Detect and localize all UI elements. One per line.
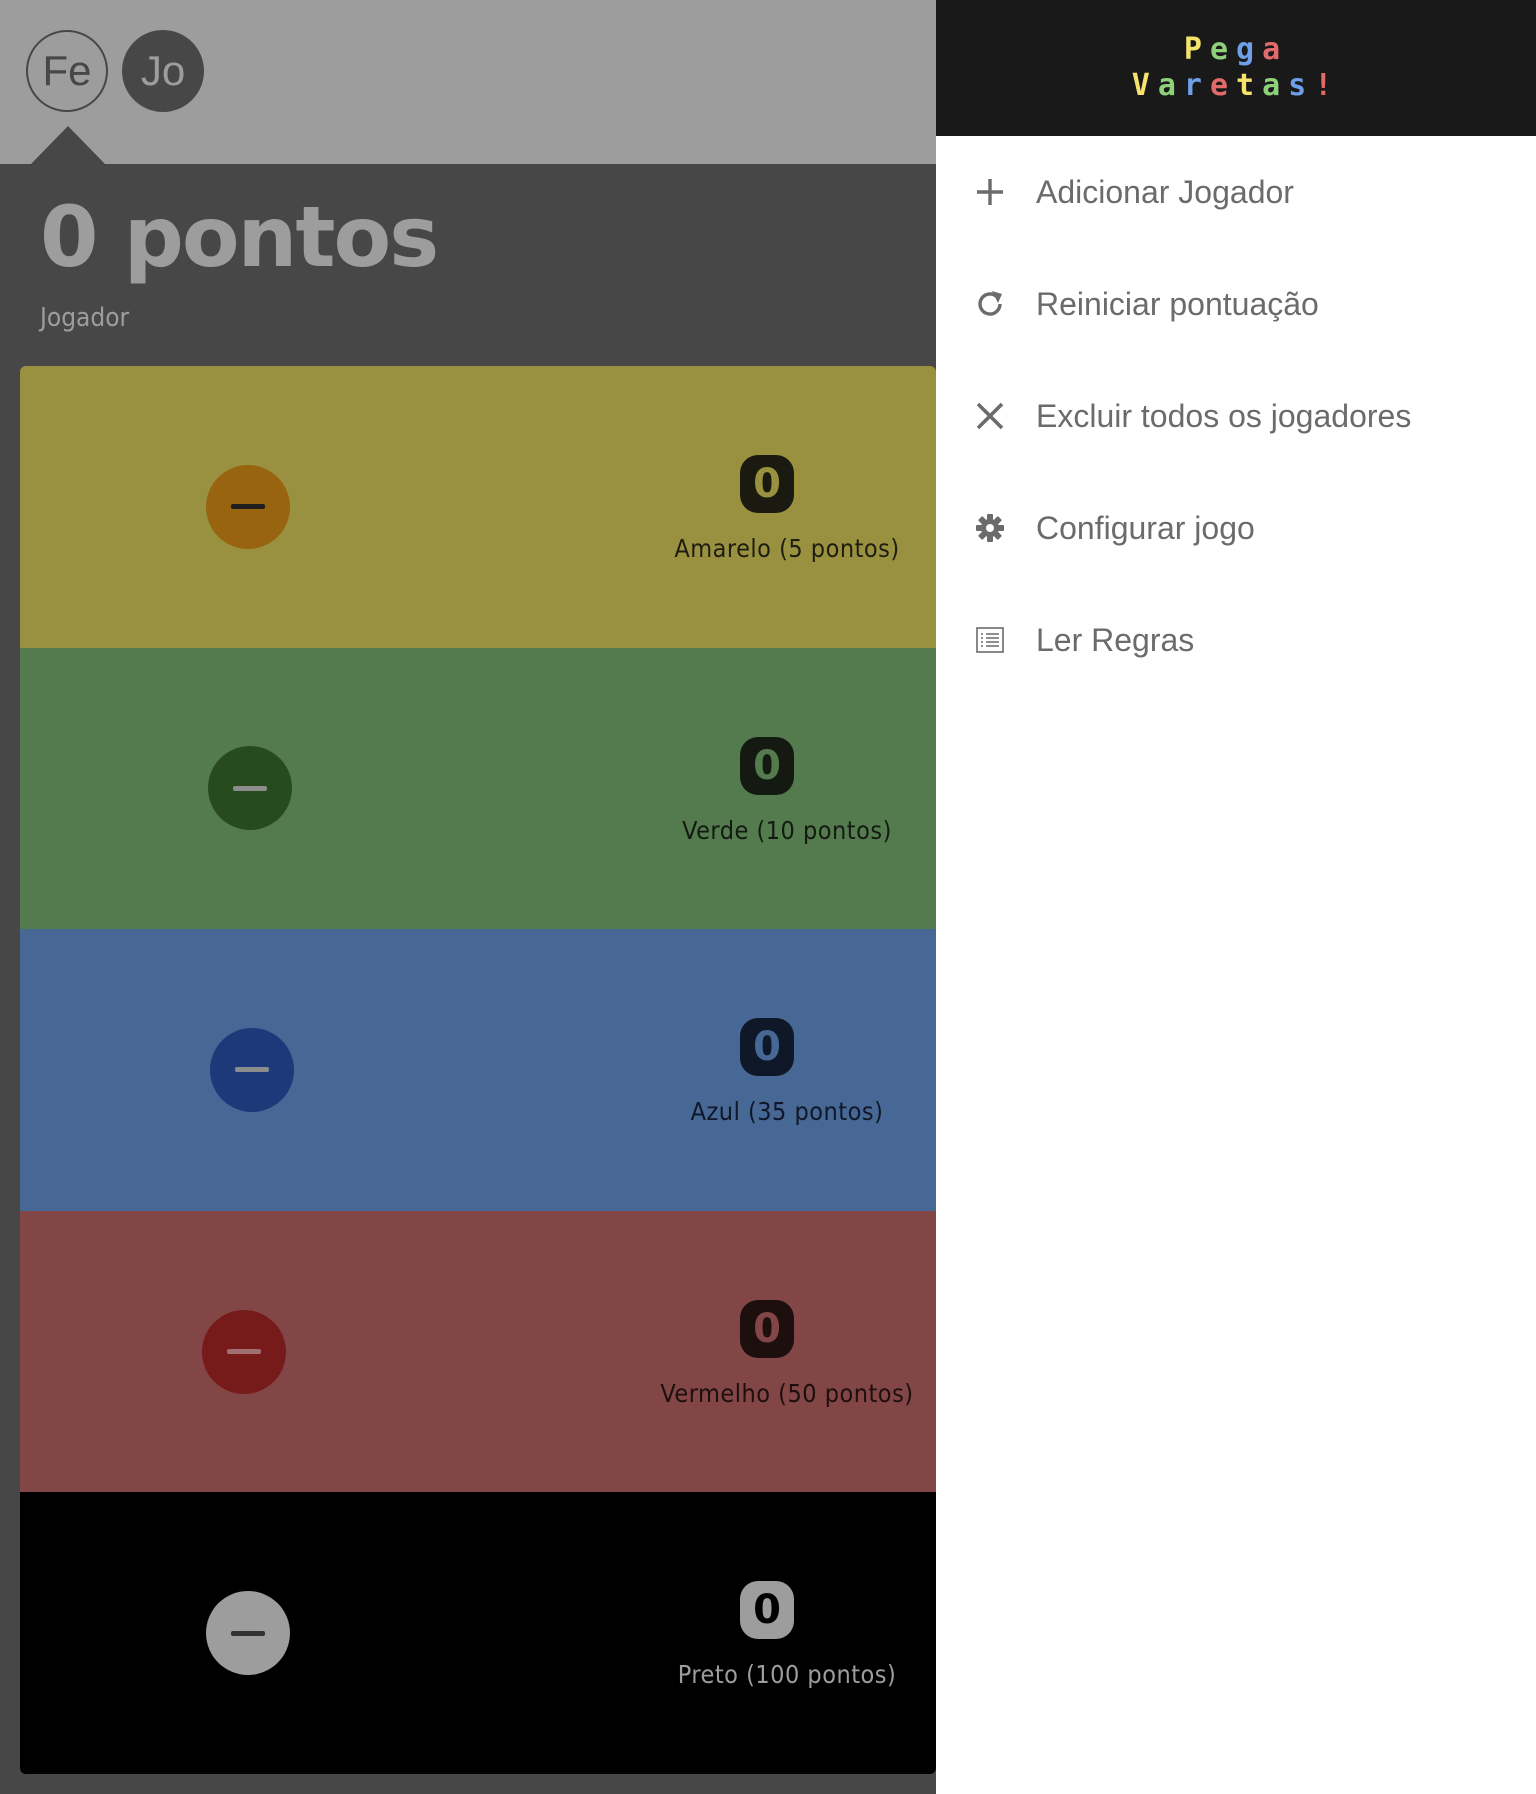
- stick-label: Vermelho (50 pontos): [660, 1378, 914, 1408]
- stick-label: Preto (100 pontos): [677, 1660, 897, 1690]
- stick-count: 0: [740, 1581, 794, 1640]
- stick-row-amarelo[interactable]: 0 Amarelo (5 pontos): [20, 366, 936, 648]
- menu-item-label: Reiniciar pontuação: [1036, 285, 1319, 322]
- logo-letter: V: [1131, 68, 1158, 103]
- player-bar: Fe Jo: [0, 0, 936, 164]
- close-icon: [972, 398, 1008, 434]
- stick-list: 0 Amarelo (5 pontos) 0 Verde (10 pontos)…: [20, 366, 936, 1774]
- stick-row-vermelho[interactable]: 0 Vermelho (50 pontos): [20, 1210, 936, 1493]
- menu-item-add-player[interactable]: Adicionar Jogador: [936, 136, 1536, 248]
- side-drawer: Pega Varetas! Adicionar Jogador Reinicia…: [936, 0, 1536, 1794]
- stick-label: Azul (35 pontos): [690, 1097, 884, 1127]
- logo-letter: a: [1157, 68, 1184, 103]
- score-title: 0 pontos: [40, 188, 439, 286]
- stick-row-verde[interactable]: 0 Verde (10 pontos): [20, 647, 936, 930]
- logo-letter: a: [1262, 32, 1289, 67]
- stick-count: 0: [740, 1018, 794, 1077]
- stick-row-azul[interactable]: 0 Azul (35 pontos): [20, 929, 936, 1211]
- decrement-button[interactable]: [206, 1591, 290, 1676]
- gear-icon: [972, 510, 1008, 546]
- logo-letter: !: [1314, 68, 1341, 103]
- logo-letter: a: [1262, 68, 1289, 103]
- drawer-header: Pega Varetas!: [936, 0, 1536, 136]
- minus-icon: [231, 1630, 265, 1636]
- minus-icon: [227, 1349, 261, 1355]
- refresh-icon: [972, 286, 1008, 322]
- app-logo-line-1: Pega: [1184, 32, 1288, 68]
- logo-letter: e: [1209, 68, 1236, 103]
- logo-letter: P: [1183, 32, 1210, 67]
- decrement-button[interactable]: [210, 1027, 294, 1112]
- stick-label: Verde (10 pontos): [682, 815, 892, 845]
- player-label: Jogador: [40, 303, 130, 333]
- avatar-initials: Fe: [42, 47, 92, 94]
- minus-icon: [233, 785, 267, 791]
- logo-letter: s: [1288, 68, 1315, 103]
- menu-item-configure-game[interactable]: Configurar jogo: [936, 472, 1536, 584]
- menu-item-label: Adicionar Jogador: [1036, 173, 1294, 210]
- logo-letter: t: [1236, 68, 1263, 103]
- menu-item-label: Excluir todos os jogadores: [1036, 397, 1412, 434]
- stick-count: 0: [740, 736, 794, 795]
- stick-count: 0: [740, 1299, 794, 1358]
- logo-letter: r: [1183, 68, 1210, 103]
- menu-item-read-rules[interactable]: Ler Regras: [936, 584, 1536, 696]
- logo-letter: e: [1209, 32, 1236, 67]
- decrement-button[interactable]: [206, 464, 290, 549]
- avatar-initials: Jo: [140, 47, 186, 94]
- menu-item-label: Configurar jogo: [1036, 509, 1255, 546]
- decrement-button[interactable]: [208, 746, 292, 831]
- logo-letter: g: [1236, 32, 1263, 67]
- decrement-button[interactable]: [202, 1309, 286, 1394]
- minus-icon: [235, 1067, 269, 1073]
- player-avatar-jo[interactable]: Jo: [122, 30, 204, 112]
- stick-row-preto[interactable]: 0 Preto (100 pontos): [20, 1492, 936, 1774]
- app-logo-line-2: Varetas!: [1132, 68, 1341, 104]
- menu-item-delete-players[interactable]: Excluir todos os jogadores: [936, 360, 1536, 472]
- list-icon: [972, 622, 1008, 658]
- menu-item-reset-score[interactable]: Reiniciar pontuação: [936, 248, 1536, 360]
- menu-item-label: Ler Regras: [1036, 621, 1195, 658]
- stick-count: 0: [740, 455, 794, 513]
- selected-player-pointer: [31, 126, 105, 164]
- drawer-menu: Adicionar Jogador Reiniciar pontuação Ex…: [936, 136, 1536, 696]
- player-avatar-fe[interactable]: Fe: [26, 30, 108, 112]
- minus-icon: [231, 504, 265, 510]
- plus-icon: [972, 174, 1008, 210]
- stick-label: Amarelo (5 pontos): [674, 534, 900, 563]
